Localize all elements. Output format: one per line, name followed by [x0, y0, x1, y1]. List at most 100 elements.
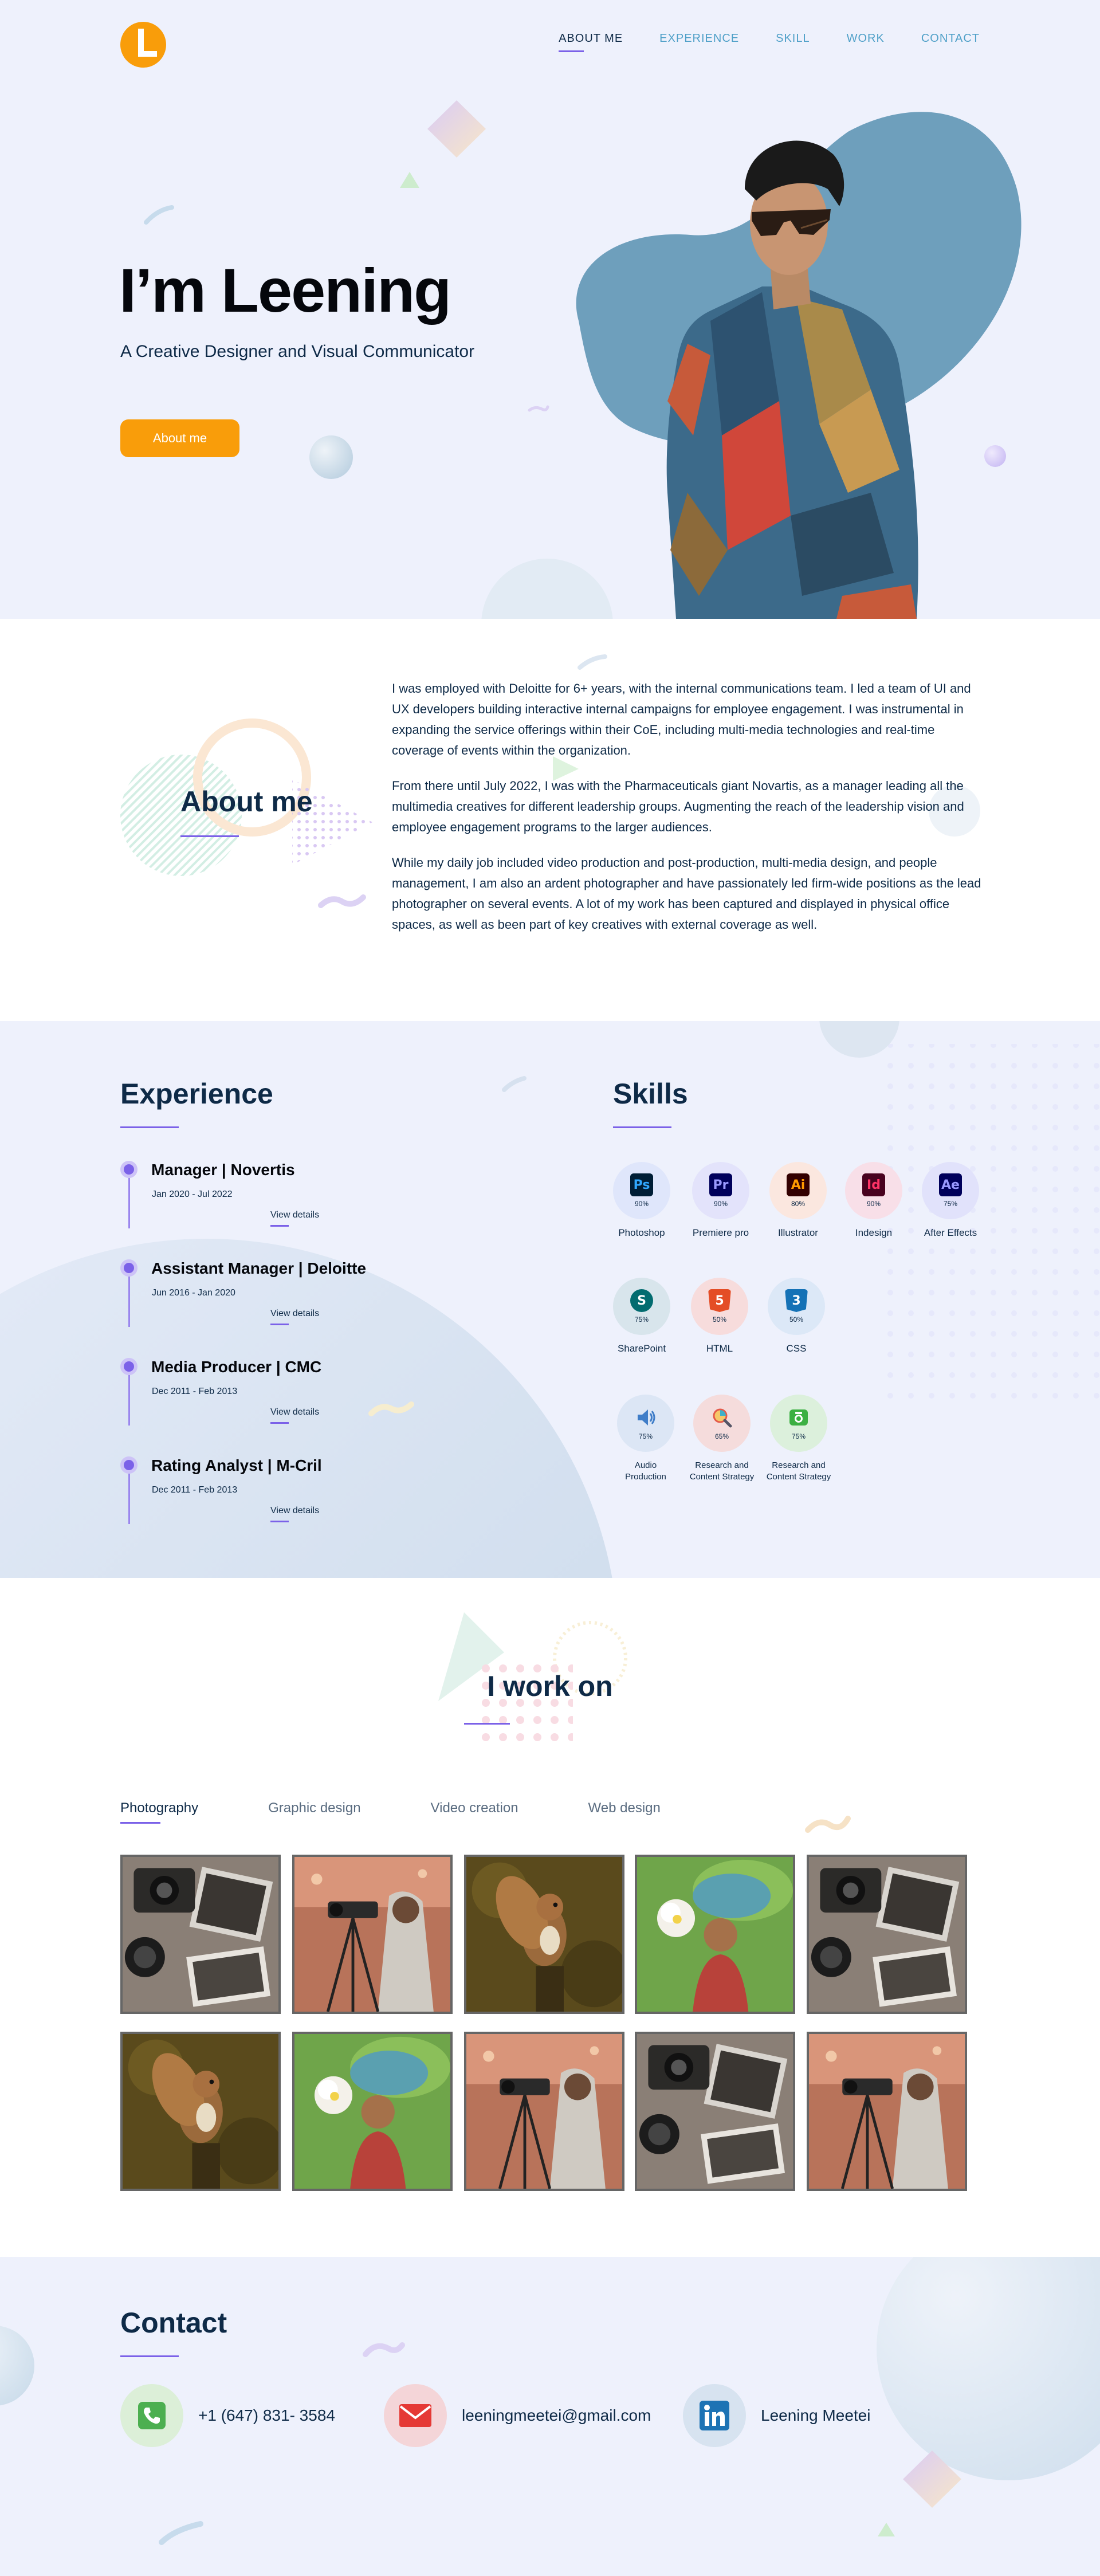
view-details-link[interactable]: View details: [270, 1309, 319, 1325]
skill-badge: 75%: [617, 1395, 674, 1452]
timeline-item: Manager | Novertis Jan 2020 - Jul 2022 V…: [120, 1161, 349, 1259]
email-address: leeningmeetei@gmail.com: [462, 2406, 651, 2424]
skill-premiere-pro: Pr 90% Premiere pro: [681, 1162, 761, 1239]
skill-name: CSS: [786, 1343, 807, 1354]
nav-item-work[interactable]: WORK: [847, 32, 885, 45]
about-paragraph: While my daily job included video produc…: [392, 855, 981, 932]
gallery-thumbnail[interactable]: [120, 1855, 281, 2014]
gallery-thumbnail[interactable]: [292, 1855, 453, 2014]
timeline-bar: [128, 1474, 130, 1524]
tab-photography[interactable]: Photography: [120, 1800, 198, 1824]
skill-percent: 90%: [634, 1200, 649, 1208]
tab-graphic-design[interactable]: Graphic design: [268, 1800, 360, 1816]
timeline-date: Dec 2011 - Feb 2013: [152, 1485, 238, 1495]
gallery-thumbnail[interactable]: [807, 1855, 967, 2014]
phone-number: +1 (647) 831- 3584: [198, 2406, 335, 2424]
contact-phone[interactable]: +1 (647) 831- 3584: [120, 2384, 335, 2447]
skill-indesign: Id 90% Indesign: [834, 1162, 914, 1239]
mail-icon: [399, 2404, 431, 2427]
view-details-link[interactable]: View details: [270, 1506, 319, 1522]
nav-item-skill[interactable]: SKILL: [776, 32, 810, 45]
linkedin-name: Leening Meetei: [761, 2406, 871, 2424]
skill-badge: Id 90%: [845, 1162, 902, 1219]
email-badge: [384, 2384, 447, 2447]
timeline-item: Rating Analyst | M-Cril Dec 2011 - Feb 2…: [120, 1456, 349, 1555]
girl-flower-photo: [294, 2034, 450, 2189]
premiere-pro-icon: Pr: [709, 1173, 732, 1196]
timeline-title: Manager | Novertis: [151, 1161, 295, 1179]
contact-section: Contact +1 (647) 831- 3584 leeningmeetei…: [0, 2257, 1100, 2576]
contact-title-underline: [120, 2355, 179, 2357]
gallery-thumbnail[interactable]: [807, 2032, 967, 2191]
nav-item-contact[interactable]: CONTACT: [921, 32, 980, 45]
sphere-shape: [309, 435, 353, 479]
linkedin-badge: [683, 2384, 746, 2447]
top-nav: ABOUT ME EXPERIENCE SKILL WORK CONTACT: [0, 0, 1100, 80]
squirrel-photo: [123, 2034, 278, 2189]
skill-name: SharePoint: [617, 1343, 666, 1354]
contact-linkedin[interactable]: Leening Meetei: [683, 2384, 870, 2447]
camera-flatlay-photo: [637, 2034, 793, 2189]
about-title-underline: [180, 835, 239, 837]
about-me-button[interactable]: About me: [120, 419, 239, 457]
skill-badge: Pr 90%: [692, 1162, 749, 1219]
timeline-dot: [120, 1161, 138, 1178]
skill-percent: 75%: [791, 1432, 806, 1440]
tab-video-creation[interactable]: Video creation: [431, 1800, 518, 1816]
skill-sharepoint: S 75% SharePoint: [602, 1278, 682, 1354]
about-paragraph: I was employed with Deloitte for 6+ year…: [392, 681, 971, 757]
skill-photoshop: Ps 90% Photoshop: [602, 1162, 682, 1239]
skill-badge: 75%: [770, 1395, 827, 1452]
skill-name: Research and Content Strategy: [766, 1460, 831, 1482]
linkedin-icon: [700, 2401, 729, 2430]
skill-percent: 75%: [634, 1316, 649, 1324]
view-details-link[interactable]: View details: [270, 1407, 319, 1424]
work-title-underline: [464, 1723, 510, 1725]
gallery-thumbnail[interactable]: [120, 2032, 281, 2191]
css3-icon: 3: [785, 1289, 808, 1312]
about-title: About me: [180, 786, 313, 818]
photoshop-icon: Ps: [630, 1173, 653, 1196]
camera-flatlay-photo: [809, 1857, 965, 2012]
skill-percent: 50%: [789, 1316, 804, 1324]
gallery-thumbnail[interactable]: [635, 2032, 795, 2191]
timeline-title: Rating Analyst | M-Cril: [151, 1456, 322, 1474]
gallery-thumbnail[interactable]: [292, 2032, 453, 2191]
experience-title: Experience: [120, 1078, 273, 1110]
view-details-link[interactable]: View details: [270, 1210, 319, 1227]
skill-research-content: 65% Research and Content Strategy: [682, 1395, 762, 1483]
hero-subtitle: A Creative Designer and Visual Communica…: [120, 342, 475, 361]
timeline-dot: [120, 1358, 138, 1375]
timeline-item: Media Producer | CMC Dec 2011 - Feb 2013…: [120, 1358, 349, 1456]
camera-icon: [789, 1409, 808, 1426]
skill-badge: Ae 75%: [922, 1162, 979, 1219]
gallery-thumbnail[interactable]: [464, 2032, 624, 2191]
contact-title: Contact: [120, 2307, 227, 2339]
nav-item-experience[interactable]: EXPERIENCE: [659, 32, 739, 45]
work-title: I work on: [487, 1670, 613, 1702]
skill-after-effects: Ae 75% After Effects: [910, 1162, 991, 1239]
timeline-bar: [128, 1178, 130, 1228]
contact-email[interactable]: leeningmeetei@gmail.com: [384, 2384, 651, 2447]
skill-percent: 50%: [712, 1316, 727, 1324]
woman-camera-photo: [294, 1857, 450, 2012]
skill-percent: 75%: [943, 1200, 958, 1208]
hero-section: I’m Leening A Creative Designer and Visu…: [0, 0, 1100, 619]
skill-html: 5 50% HTML: [679, 1278, 760, 1354]
timeline-bar: [128, 1277, 130, 1327]
squirrel-photo: [466, 1857, 622, 2012]
sharepoint-icon: S: [630, 1289, 653, 1312]
work-tabs: Photography Graphic design Video creatio…: [120, 1800, 661, 1824]
nav-item-about-me[interactable]: ABOUT ME: [559, 32, 623, 52]
timeline-date: Dec 2011 - Feb 2013: [152, 1387, 238, 1396]
gallery-thumbnail[interactable]: [635, 1855, 795, 2014]
timeline-dot: [120, 1456, 138, 1474]
gallery-thumbnail[interactable]: [464, 1855, 624, 2014]
phone-badge: [120, 2384, 183, 2447]
tab-web-design[interactable]: Web design: [588, 1800, 661, 1816]
about-text: I was employed with Deloitte for 6+ year…: [392, 678, 982, 950]
skill-name: After Effects: [924, 1227, 977, 1238]
logo-icon[interactable]: [119, 21, 167, 69]
triangle-shape: [400, 172, 419, 188]
skill-badge: 65%: [693, 1395, 751, 1452]
